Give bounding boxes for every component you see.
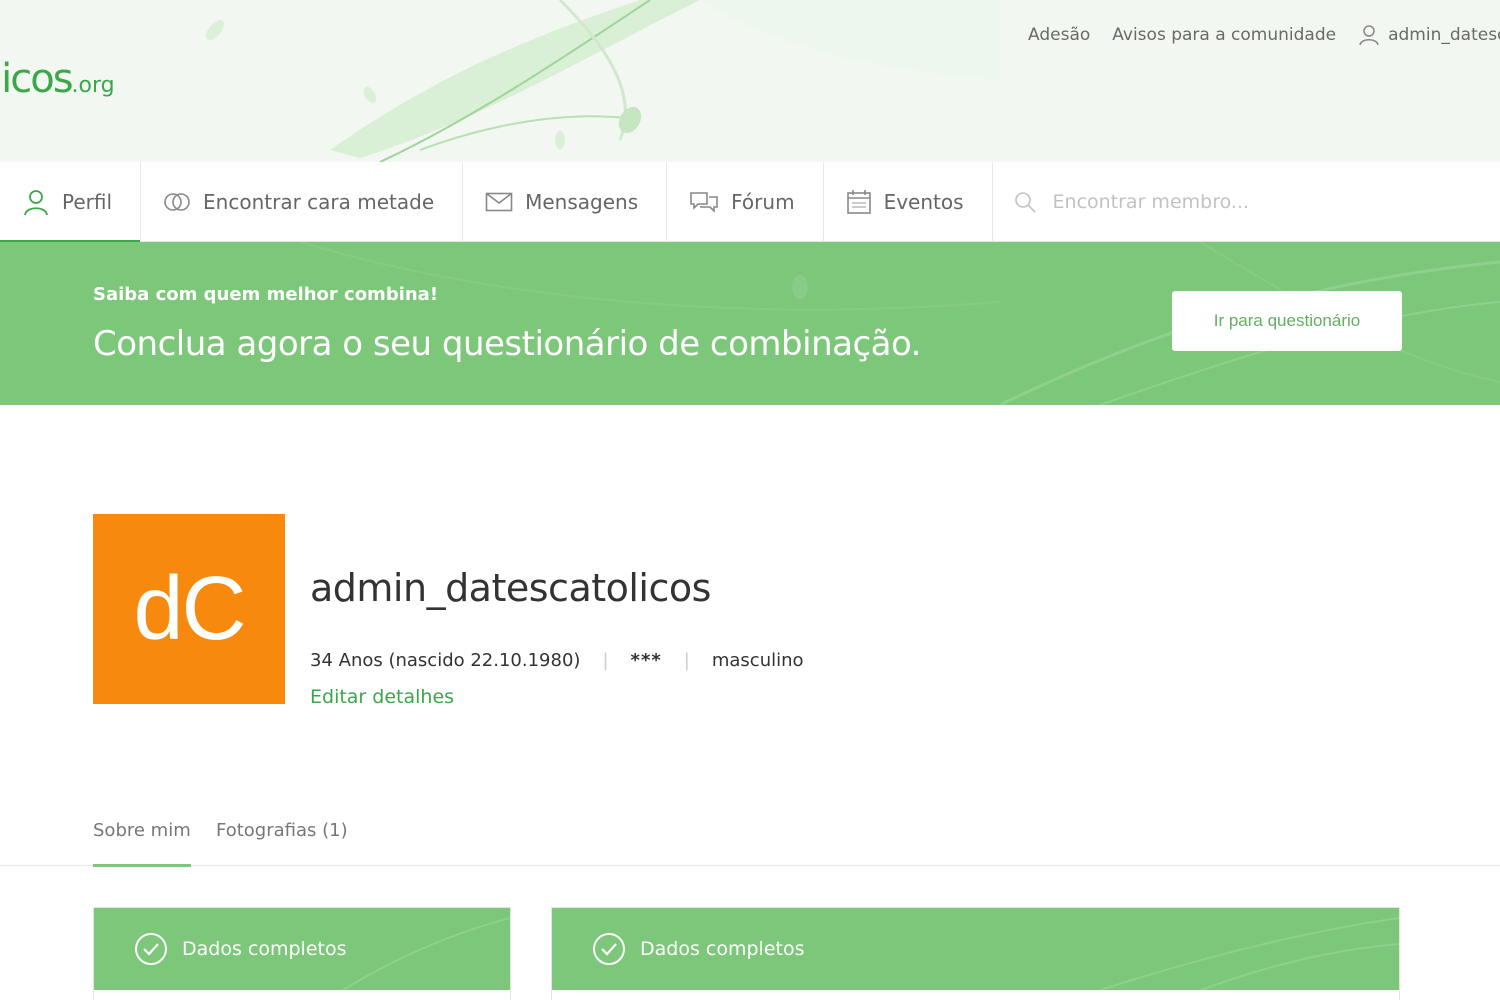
top-links: Adesão Avisos para a comunidade admin_da… [1028,24,1500,46]
nav-tab-forum[interactable]: Fórum [667,162,824,242]
profile-tabs: Sobre mim Fotografias (1) [0,810,1500,867]
nav-tab-label: Fórum [731,190,795,214]
nav-tab-label: Encontrar cara metade [203,190,435,214]
link-adesao[interactable]: Adesão [1028,25,1090,45]
go-to-questionnaire-button[interactable]: Ir para questionário [1172,291,1402,351]
speech-bubbles-icon [690,192,718,213]
check-circle-icon [135,933,167,965]
profile-meta: 34 Anos (nascido 22.10.1980) | *** | mas… [310,650,804,671]
data-complete-card: Dados completos [551,907,1400,1000]
card-header: Dados completos [94,908,510,990]
profile-age: 34 Anos (nascido 22.10.1980) [310,650,581,671]
nav-tab-label: Eventos [883,190,964,214]
nav-tab-label: Perfil [62,190,113,214]
nav-tab-perfil[interactable]: Perfil [0,162,142,243]
user-name: admin_datescatolicos [1388,25,1500,45]
user-icon [24,190,48,216]
rings-icon [164,193,190,211]
check-circle-icon [593,933,625,965]
avatar[interactable]: dC [93,514,285,704]
user-icon [1359,25,1379,46]
card-title: Dados completos [640,938,805,960]
questionnaire-banner: Saiba com quem melhor combina! Conclua a… [0,242,1500,405]
data-complete-card: Dados completos [93,907,511,1000]
calendar-icon [846,190,871,214]
profile-username: admin_datescatolicos [310,566,711,610]
banner-tagline: Saiba com quem melhor combina! [93,284,439,305]
nav-tab-find-match[interactable]: Encontrar cara metade [141,162,464,242]
profile-stars: *** [630,650,662,671]
site-header: licos.org Adesão Avisos para a comunidad… [0,0,1500,162]
main-nav: Perfil Encontrar cara metade Mensagens F… [0,162,1500,243]
card-title: Dados completos [182,938,347,960]
nav-tab-events[interactable]: Eventos [824,162,993,242]
envelope-icon [485,192,513,212]
member-search-input[interactable] [1052,190,1473,213]
site-logo[interactable]: licos.org [0,56,115,102]
meta-separator: | [683,650,690,671]
tab-about-me[interactable]: Sobre mim [93,820,191,867]
banner-headline: Conclua agora o seu questionário de comb… [93,324,922,364]
user-menu[interactable]: admin_datescatolicos [1358,24,1500,46]
search-icon [1014,191,1036,213]
nav-tab-label: Mensagens [525,190,639,214]
tab-photos[interactable]: Fotografias (1) [216,820,348,841]
link-community-notices[interactable]: Avisos para a comunidade [1112,25,1336,45]
member-search [993,162,1500,241]
edit-details-link[interactable]: Editar detalhes [310,686,454,708]
profile-gender: masculino [711,650,804,671]
card-header: Dados completos [552,908,1399,990]
meta-separator: | [602,650,609,671]
nav-tab-messages[interactable]: Mensagens [463,162,668,242]
